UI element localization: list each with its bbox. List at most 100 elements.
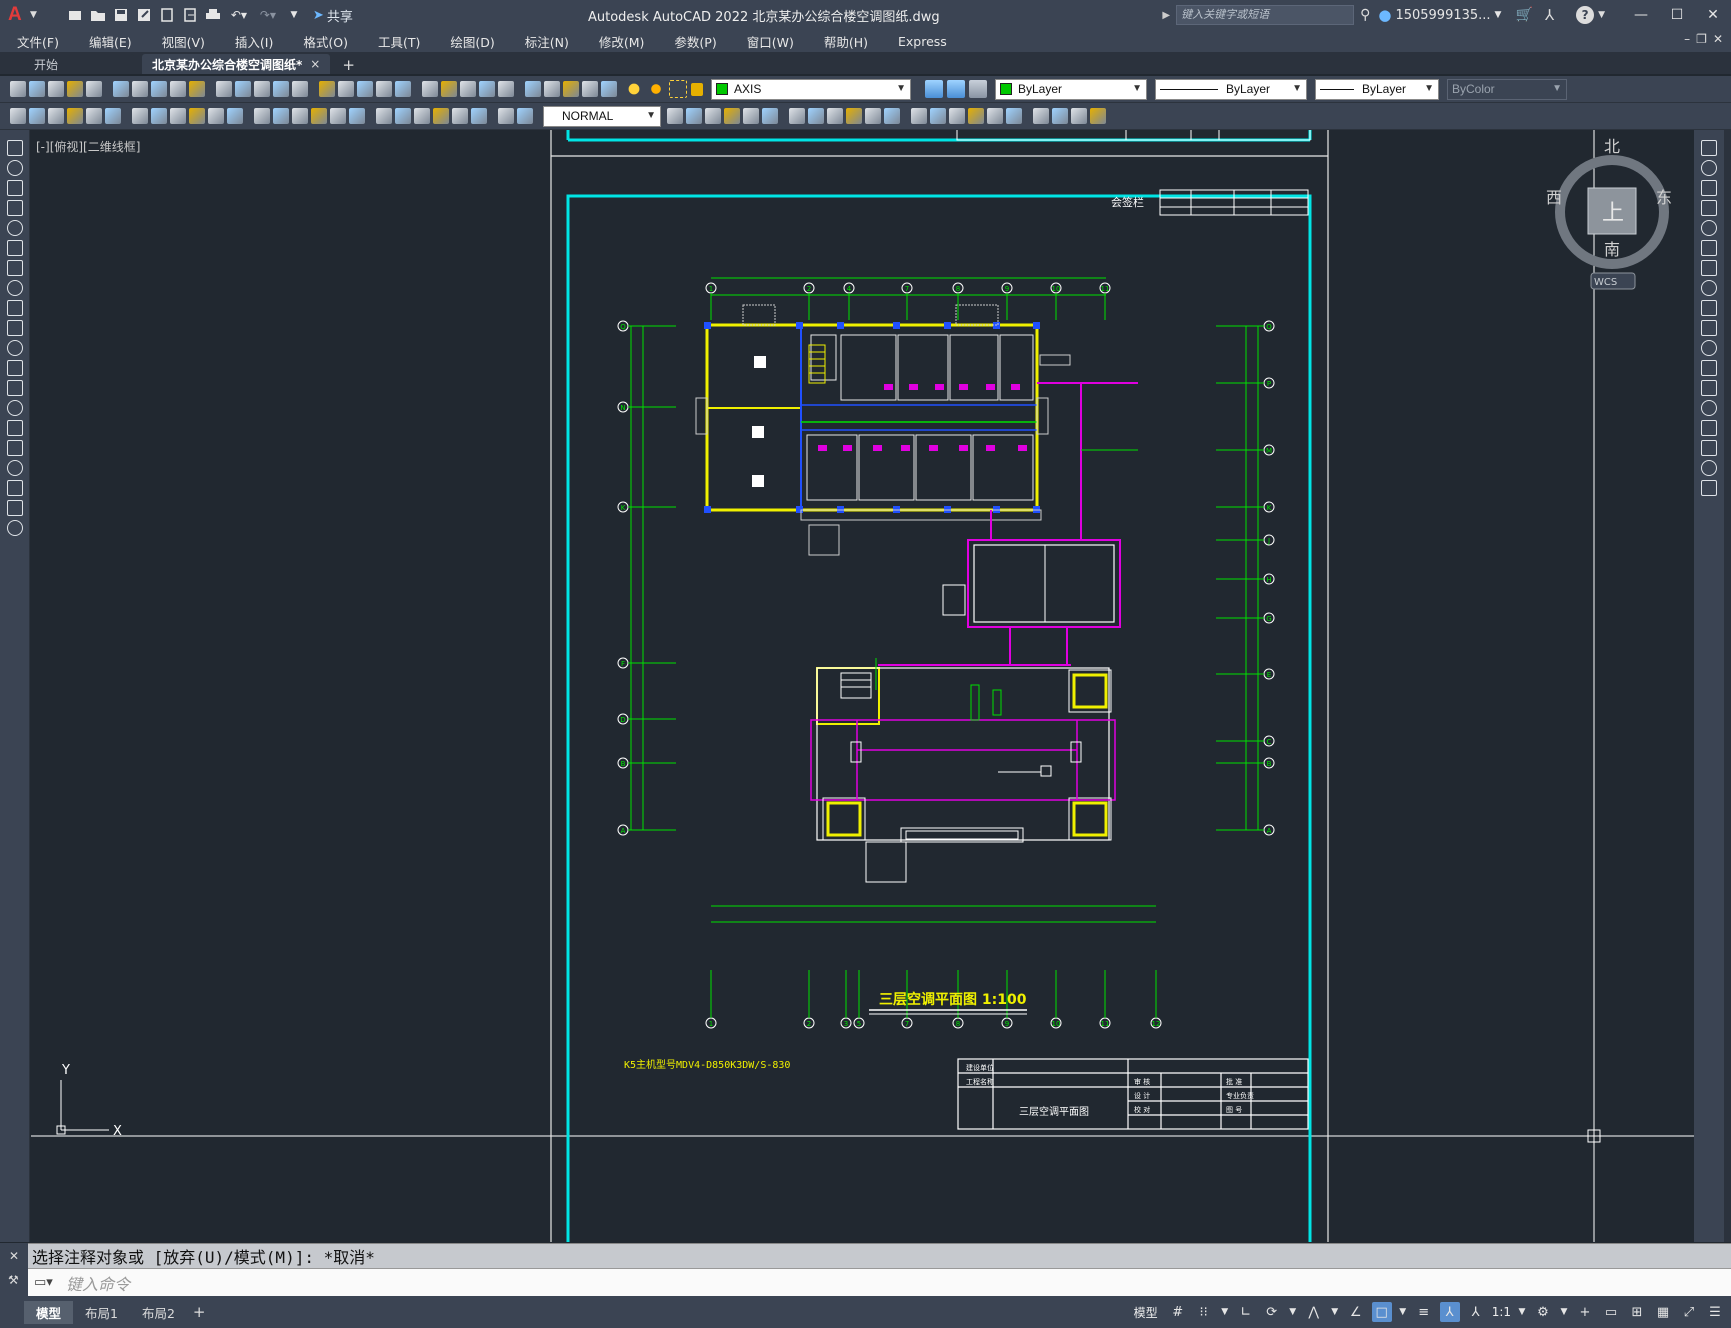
modify-tool-17-icon[interactable] [1701, 460, 1717, 476]
object-tool-3-icon[interactable] [705, 108, 721, 124]
standard-tool-24-icon[interactable] [479, 81, 495, 97]
draw-tool-7-icon[interactable] [7, 260, 23, 276]
customize-qa-icon[interactable]: ▼ [284, 5, 304, 25]
publish-icon[interactable] [157, 5, 177, 25]
layer-match-icon[interactable] [969, 80, 987, 98]
dim-tool-26-icon[interactable] [517, 108, 533, 124]
menu-insert[interactable]: 插入(I) [218, 32, 286, 51]
layer-select[interactable]: AXIS ▼ [711, 78, 911, 100]
draw-tool-3-icon[interactable] [7, 180, 23, 196]
standard-tool-23-icon[interactable] [460, 81, 476, 97]
modify-tool-7-icon[interactable] [1701, 260, 1717, 276]
menu-modify[interactable]: 修改(M) [582, 32, 658, 51]
tab-drawing[interactable]: 北京某办公综合楼空调图纸* × [142, 54, 331, 74]
menu-edit[interactable]: 编辑(E) [72, 32, 145, 51]
standard-tool-2-icon[interactable] [29, 81, 45, 97]
dim-tool-14-icon[interactable] [273, 108, 289, 124]
standard-tool-20-icon[interactable] [395, 81, 411, 97]
modify-tool-15-icon[interactable] [1701, 420, 1717, 436]
linetype-select[interactable]: ByLayer ▼ [1155, 78, 1307, 100]
minimize-icon[interactable]: — [1629, 3, 1653, 27]
standard-tool-13-icon[interactable] [254, 81, 270, 97]
object-tool-15-icon[interactable] [949, 108, 965, 124]
standard-tool-4-icon[interactable] [67, 81, 83, 97]
dim-tool-7-icon[interactable] [132, 108, 148, 124]
standard-tool-12-icon[interactable] [235, 81, 251, 97]
draw-tool-13-icon[interactable] [7, 380, 23, 396]
modify-tool-14-icon[interactable] [1701, 400, 1717, 416]
annotation-scale[interactable]: 1:1 [1492, 1305, 1511, 1319]
scale-menu-icon[interactable]: ▼ [1517, 1302, 1527, 1322]
modify-tool-6-icon[interactable] [1701, 240, 1717, 256]
object-tool-6-icon[interactable] [762, 108, 778, 124]
modify-tool-12-icon[interactable] [1701, 360, 1717, 376]
app-menu-chevron-icon[interactable]: ▼ [30, 10, 37, 20]
draw-tool-12-icon[interactable] [7, 360, 23, 376]
draw-tool-8-icon[interactable] [7, 280, 23, 296]
object-tool-4-icon[interactable] [724, 108, 740, 124]
dim-tool-25-icon[interactable] [498, 108, 514, 124]
help-icon[interactable]: ? [1576, 6, 1595, 24]
layer-on-icon[interactable] [625, 80, 643, 98]
make-current-layer-icon[interactable] [925, 80, 943, 98]
print-icon[interactable] [203, 5, 223, 25]
modify-tool-13-icon[interactable] [1701, 380, 1717, 396]
standard-tool-10-icon[interactable] [189, 81, 205, 97]
object-tool-10-icon[interactable] [846, 108, 862, 124]
standard-tool-18-icon[interactable] [357, 81, 373, 97]
polar-menu-icon[interactable]: ▼ [1288, 1302, 1298, 1322]
modify-tool-2-icon[interactable] [1701, 160, 1717, 176]
object-tool-22-icon[interactable] [1090, 108, 1106, 124]
command-customize-icon[interactable]: ▭▾ [34, 1275, 53, 1290]
object-tool-12-icon[interactable] [884, 108, 900, 124]
dim-tool-24-icon[interactable] [471, 108, 487, 124]
otrack-icon[interactable]: ∠ [1346, 1302, 1366, 1322]
modify-tool-5-icon[interactable] [1701, 220, 1717, 236]
standard-tool-22-icon[interactable] [441, 81, 457, 97]
menu-format[interactable]: 格式(O) [286, 32, 361, 51]
dim-tool-16-icon[interactable] [311, 108, 327, 124]
expand-chevron-icon[interactable]: ▶ [1162, 10, 1170, 21]
maximize-icon[interactable]: ☐ [1665, 3, 1689, 27]
menu-window[interactable]: 窗口(W) [730, 32, 807, 51]
model-space-button[interactable]: 模型 [1134, 1304, 1158, 1321]
modify-tool-1-icon[interactable] [1701, 140, 1717, 156]
command-settings-icon[interactable]: ⚒ [8, 1273, 19, 1287]
user-account[interactable]: ● 1505999135... ▼ [1378, 6, 1501, 24]
draw-tool-11-icon[interactable] [7, 340, 23, 356]
draw-tool-15-icon[interactable] [7, 420, 23, 436]
annotation-visibility-icon[interactable]: ⅄ [1439, 1302, 1460, 1322]
layer-lock-icon[interactable] [691, 82, 703, 96]
tab-close-icon[interactable]: × [310, 57, 320, 71]
standard-tool-19-icon[interactable] [376, 81, 392, 97]
layer-vp-icon[interactable] [669, 80, 687, 98]
standard-tool-11-icon[interactable] [216, 81, 232, 97]
color-select[interactable]: ByLayer ▼ [995, 78, 1147, 100]
dim-tool-4-icon[interactable] [67, 108, 83, 124]
polar-icon[interactable]: ⟳ [1262, 1302, 1282, 1322]
doc-restore-icon[interactable]: ❐ [1696, 32, 1707, 46]
dim-tool-20-icon[interactable] [395, 108, 411, 124]
dim-tool-10-icon[interactable] [189, 108, 205, 124]
osnap-menu-icon[interactable]: ▼ [1398, 1302, 1408, 1322]
cart-icon[interactable]: 🛒 [1515, 7, 1532, 23]
lineweight-select[interactable]: ByLayer ▼ [1315, 78, 1439, 100]
dim-tool-17-icon[interactable] [330, 108, 346, 124]
menu-express[interactable]: Express [881, 34, 960, 49]
modify-tool-3-icon[interactable] [1701, 180, 1717, 196]
standard-tool-27-icon[interactable] [544, 81, 560, 97]
dim-tool-13-icon[interactable] [254, 108, 270, 124]
graphics-performance-icon[interactable]: ▦ [1653, 1302, 1673, 1322]
ortho-icon[interactable]: ∟ [1236, 1302, 1256, 1322]
osnap-icon[interactable]: □ [1371, 1302, 1392, 1322]
tab-start[interactable]: 开始 [24, 54, 134, 74]
object-tool-8-icon[interactable] [808, 108, 824, 124]
menu-draw[interactable]: 绘图(D) [433, 32, 507, 51]
dim-tool-11-icon[interactable] [208, 108, 224, 124]
dim-tool-12-icon[interactable] [227, 108, 243, 124]
object-tool-14-icon[interactable] [930, 108, 946, 124]
standard-tool-16-icon[interactable] [319, 81, 335, 97]
dim-tool-6-icon[interactable] [105, 108, 121, 124]
standard-tool-15-icon[interactable] [292, 81, 308, 97]
redo-icon[interactable]: ↷ ▼ [255, 5, 281, 25]
